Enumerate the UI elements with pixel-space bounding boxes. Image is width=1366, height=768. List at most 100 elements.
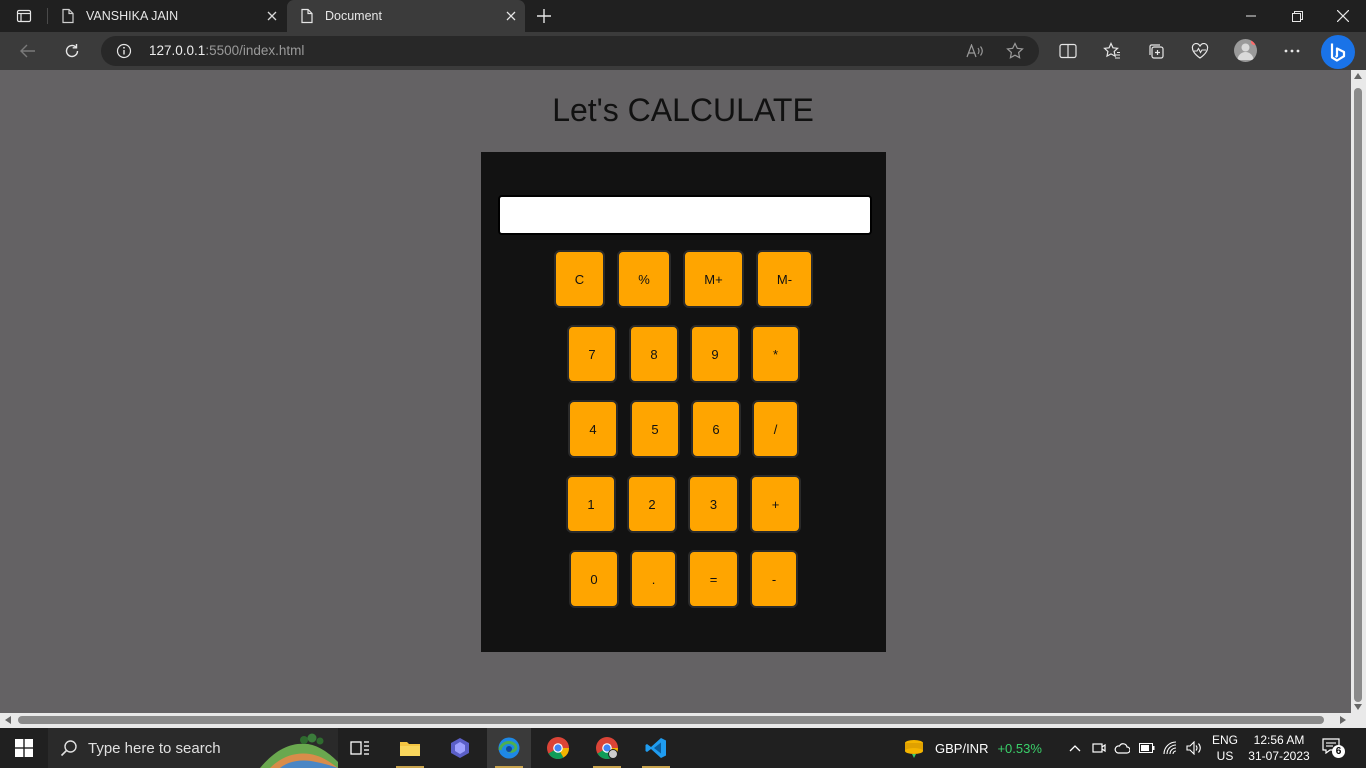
digit-8-button[interactable]: 8	[629, 325, 679, 383]
digit-7-button[interactable]: 7	[567, 325, 617, 383]
show-hidden-icons-button[interactable]	[1067, 740, 1083, 756]
chrome-app[interactable]	[536, 728, 580, 768]
meet-now-button[interactable]	[1091, 740, 1107, 756]
equals-button[interactable]: =	[688, 550, 739, 608]
digit-6-button[interactable]: 6	[691, 400, 741, 458]
volume-button[interactable]	[1186, 740, 1202, 756]
digit-3-button[interactable]: 3	[688, 475, 739, 533]
refresh-button[interactable]	[57, 37, 87, 65]
split-screen-button[interactable]	[1053, 37, 1083, 65]
notification-dot	[1251, 39, 1257, 45]
scrollbar-corner	[1351, 713, 1366, 728]
page-icon	[60, 8, 76, 24]
language-code: ENG	[1212, 733, 1239, 747]
vertical-scroll-thumb[interactable]	[1354, 88, 1362, 702]
digit-5-button[interactable]: 5	[630, 400, 680, 458]
stock-ticker-widget[interactable]: GBP/INR +0.53%	[902, 736, 1042, 760]
close-tab-icon[interactable]	[264, 8, 280, 24]
tab-vanshika-jain[interactable]: VANSHIKA JAIN	[48, 0, 286, 32]
chrome-profile-app[interactable]	[585, 728, 629, 768]
notification-center-button[interactable]: 6	[1322, 738, 1345, 758]
tab-title: VANSHIKA JAIN	[86, 9, 179, 23]
memory-plus-button[interactable]: M+	[683, 250, 744, 308]
page-title: Let's CALCULATE	[552, 92, 814, 128]
vscode-app[interactable]	[634, 728, 678, 768]
collections-button[interactable]	[1141, 37, 1171, 65]
close-tab-icon[interactable]	[503, 8, 519, 24]
back-button[interactable]	[13, 37, 43, 65]
digit-0-button[interactable]: 0	[569, 550, 619, 608]
add-favorite-button[interactable]	[1003, 39, 1027, 63]
scroll-left-icon[interactable]	[5, 716, 11, 724]
battery-button[interactable]	[1139, 740, 1155, 756]
scroll-down-icon[interactable]	[1354, 704, 1362, 710]
memory-minus-button[interactable]: M-	[756, 250, 813, 308]
restore-button[interactable]	[1274, 0, 1320, 32]
onedrive-button[interactable]	[1114, 740, 1130, 756]
system-clock[interactable]: 12:56 AM 31-07-2023	[1246, 732, 1312, 764]
close-icon	[1337, 10, 1349, 22]
new-tab-button[interactable]	[532, 4, 556, 28]
browser-essentials-button[interactable]	[1185, 37, 1215, 65]
profile-avatar[interactable]	[1234, 39, 1257, 62]
folder-icon	[400, 742, 420, 756]
copilot-app[interactable]	[438, 728, 482, 768]
file-explorer-app[interactable]	[388, 728, 432, 768]
divide-button[interactable]: /	[752, 400, 799, 458]
favorites-icon	[1103, 42, 1120, 59]
minimize-button[interactable]	[1228, 0, 1274, 32]
start-button[interactable]	[0, 728, 48, 768]
scroll-up-icon[interactable]	[1354, 73, 1362, 79]
close-window-button[interactable]	[1320, 0, 1366, 32]
url-text: 127.0.0.1:5500/index.html	[149, 43, 304, 58]
page-viewport: Let's CALCULATE C % M+ M- 7 8 9 * 4 5 6 …	[0, 70, 1351, 713]
task-view-button[interactable]	[338, 728, 382, 768]
cloud-icon	[1114, 743, 1130, 754]
scroll-right-icon[interactable]	[1340, 716, 1346, 724]
site-info-icon[interactable]	[116, 43, 132, 59]
navigation-bar: 127.0.0.1:5500/index.html	[0, 32, 1366, 70]
digit-1-button[interactable]: 1	[566, 475, 616, 533]
clear-button[interactable]: C	[554, 250, 605, 308]
network-button[interactable]	[1163, 740, 1179, 756]
minimize-icon	[1246, 15, 1256, 17]
digit-2-button[interactable]: 2	[627, 475, 677, 533]
battery-icon	[1139, 743, 1155, 753]
calculator: C % M+ M- 7 8 9 * 4 5 6 / 1 2 3 + 0 . = …	[481, 152, 886, 652]
more-dots-icon	[1284, 49, 1300, 53]
tab-document[interactable]: Document	[287, 0, 525, 32]
back-arrow-icon	[20, 44, 35, 58]
digit-4-button[interactable]: 4	[568, 400, 618, 458]
settings-more-button[interactable]	[1277, 37, 1307, 65]
favorites-button[interactable]	[1097, 37, 1127, 65]
horizontal-scroll-thumb[interactable]	[18, 716, 1324, 724]
search-highlight-illustration-icon	[260, 733, 338, 768]
ticker-pair: GBP/INR	[935, 740, 989, 756]
multiply-button[interactable]: *	[751, 325, 800, 383]
subtract-button[interactable]: -	[750, 550, 798, 608]
tab-title: Document	[325, 9, 382, 23]
percent-button[interactable]: %	[617, 250, 671, 308]
chrome-icon	[596, 737, 618, 759]
tab-actions-button[interactable]	[6, 4, 42, 28]
chrome-icon	[547, 737, 569, 759]
bing-chat-button[interactable]	[1321, 35, 1355, 69]
horizontal-scrollbar[interactable]	[0, 713, 1351, 728]
collections-icon	[1149, 44, 1164, 59]
edge-app[interactable]	[487, 728, 531, 768]
coins-icon	[905, 740, 923, 758]
vertical-scrollbar[interactable]	[1351, 70, 1366, 713]
digit-9-button[interactable]: 9	[690, 325, 740, 383]
tab-actions-icon	[16, 9, 32, 23]
edge-icon	[498, 737, 520, 759]
calculator-display[interactable]	[498, 195, 872, 235]
taskbar-search-box[interactable]: Type here to search	[48, 728, 338, 768]
read-aloud-button[interactable]	[963, 39, 987, 63]
heart-pulse-icon	[1191, 43, 1209, 59]
address-bar[interactable]: 127.0.0.1:5500/index.html	[101, 36, 1039, 66]
notification-count-badge: 6	[1332, 745, 1345, 758]
input-language-indicator[interactable]: ENG US	[1212, 732, 1238, 764]
decimal-button[interactable]: .	[630, 550, 677, 608]
chevron-up-icon	[1069, 745, 1081, 752]
add-button[interactable]: +	[750, 475, 801, 533]
